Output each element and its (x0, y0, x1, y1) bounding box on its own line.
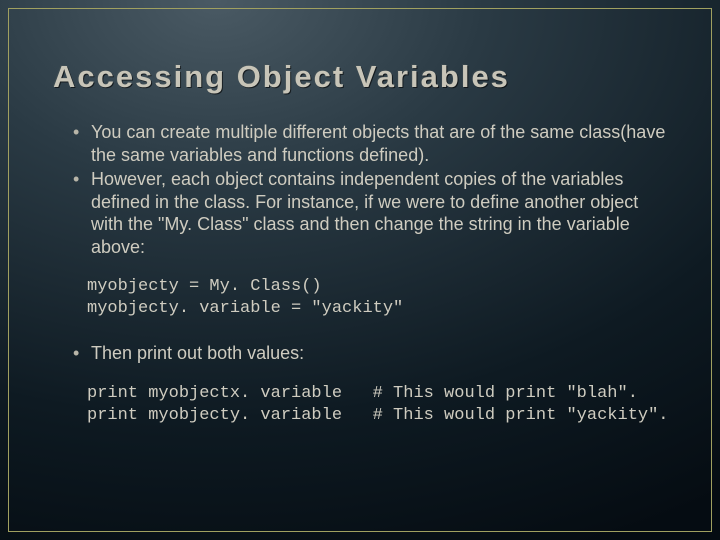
slide-frame: Accessing Object Variables You can creat… (8, 8, 712, 532)
code-block-2: print myobjectx. variable # This would p… (53, 383, 667, 427)
bullet-item: However, each object contains independen… (73, 168, 667, 258)
bullet-item: Then print out both values: (73, 342, 667, 365)
bullet-list-1: You can create multiple different object… (53, 121, 667, 258)
bullet-list-2: Then print out both values: (53, 342, 667, 365)
slide-title: Accessing Object Variables (53, 59, 667, 95)
code-block-1: myobjecty = My. Class() myobjecty. varia… (53, 276, 667, 320)
bullet-item: You can create multiple different object… (73, 121, 667, 166)
